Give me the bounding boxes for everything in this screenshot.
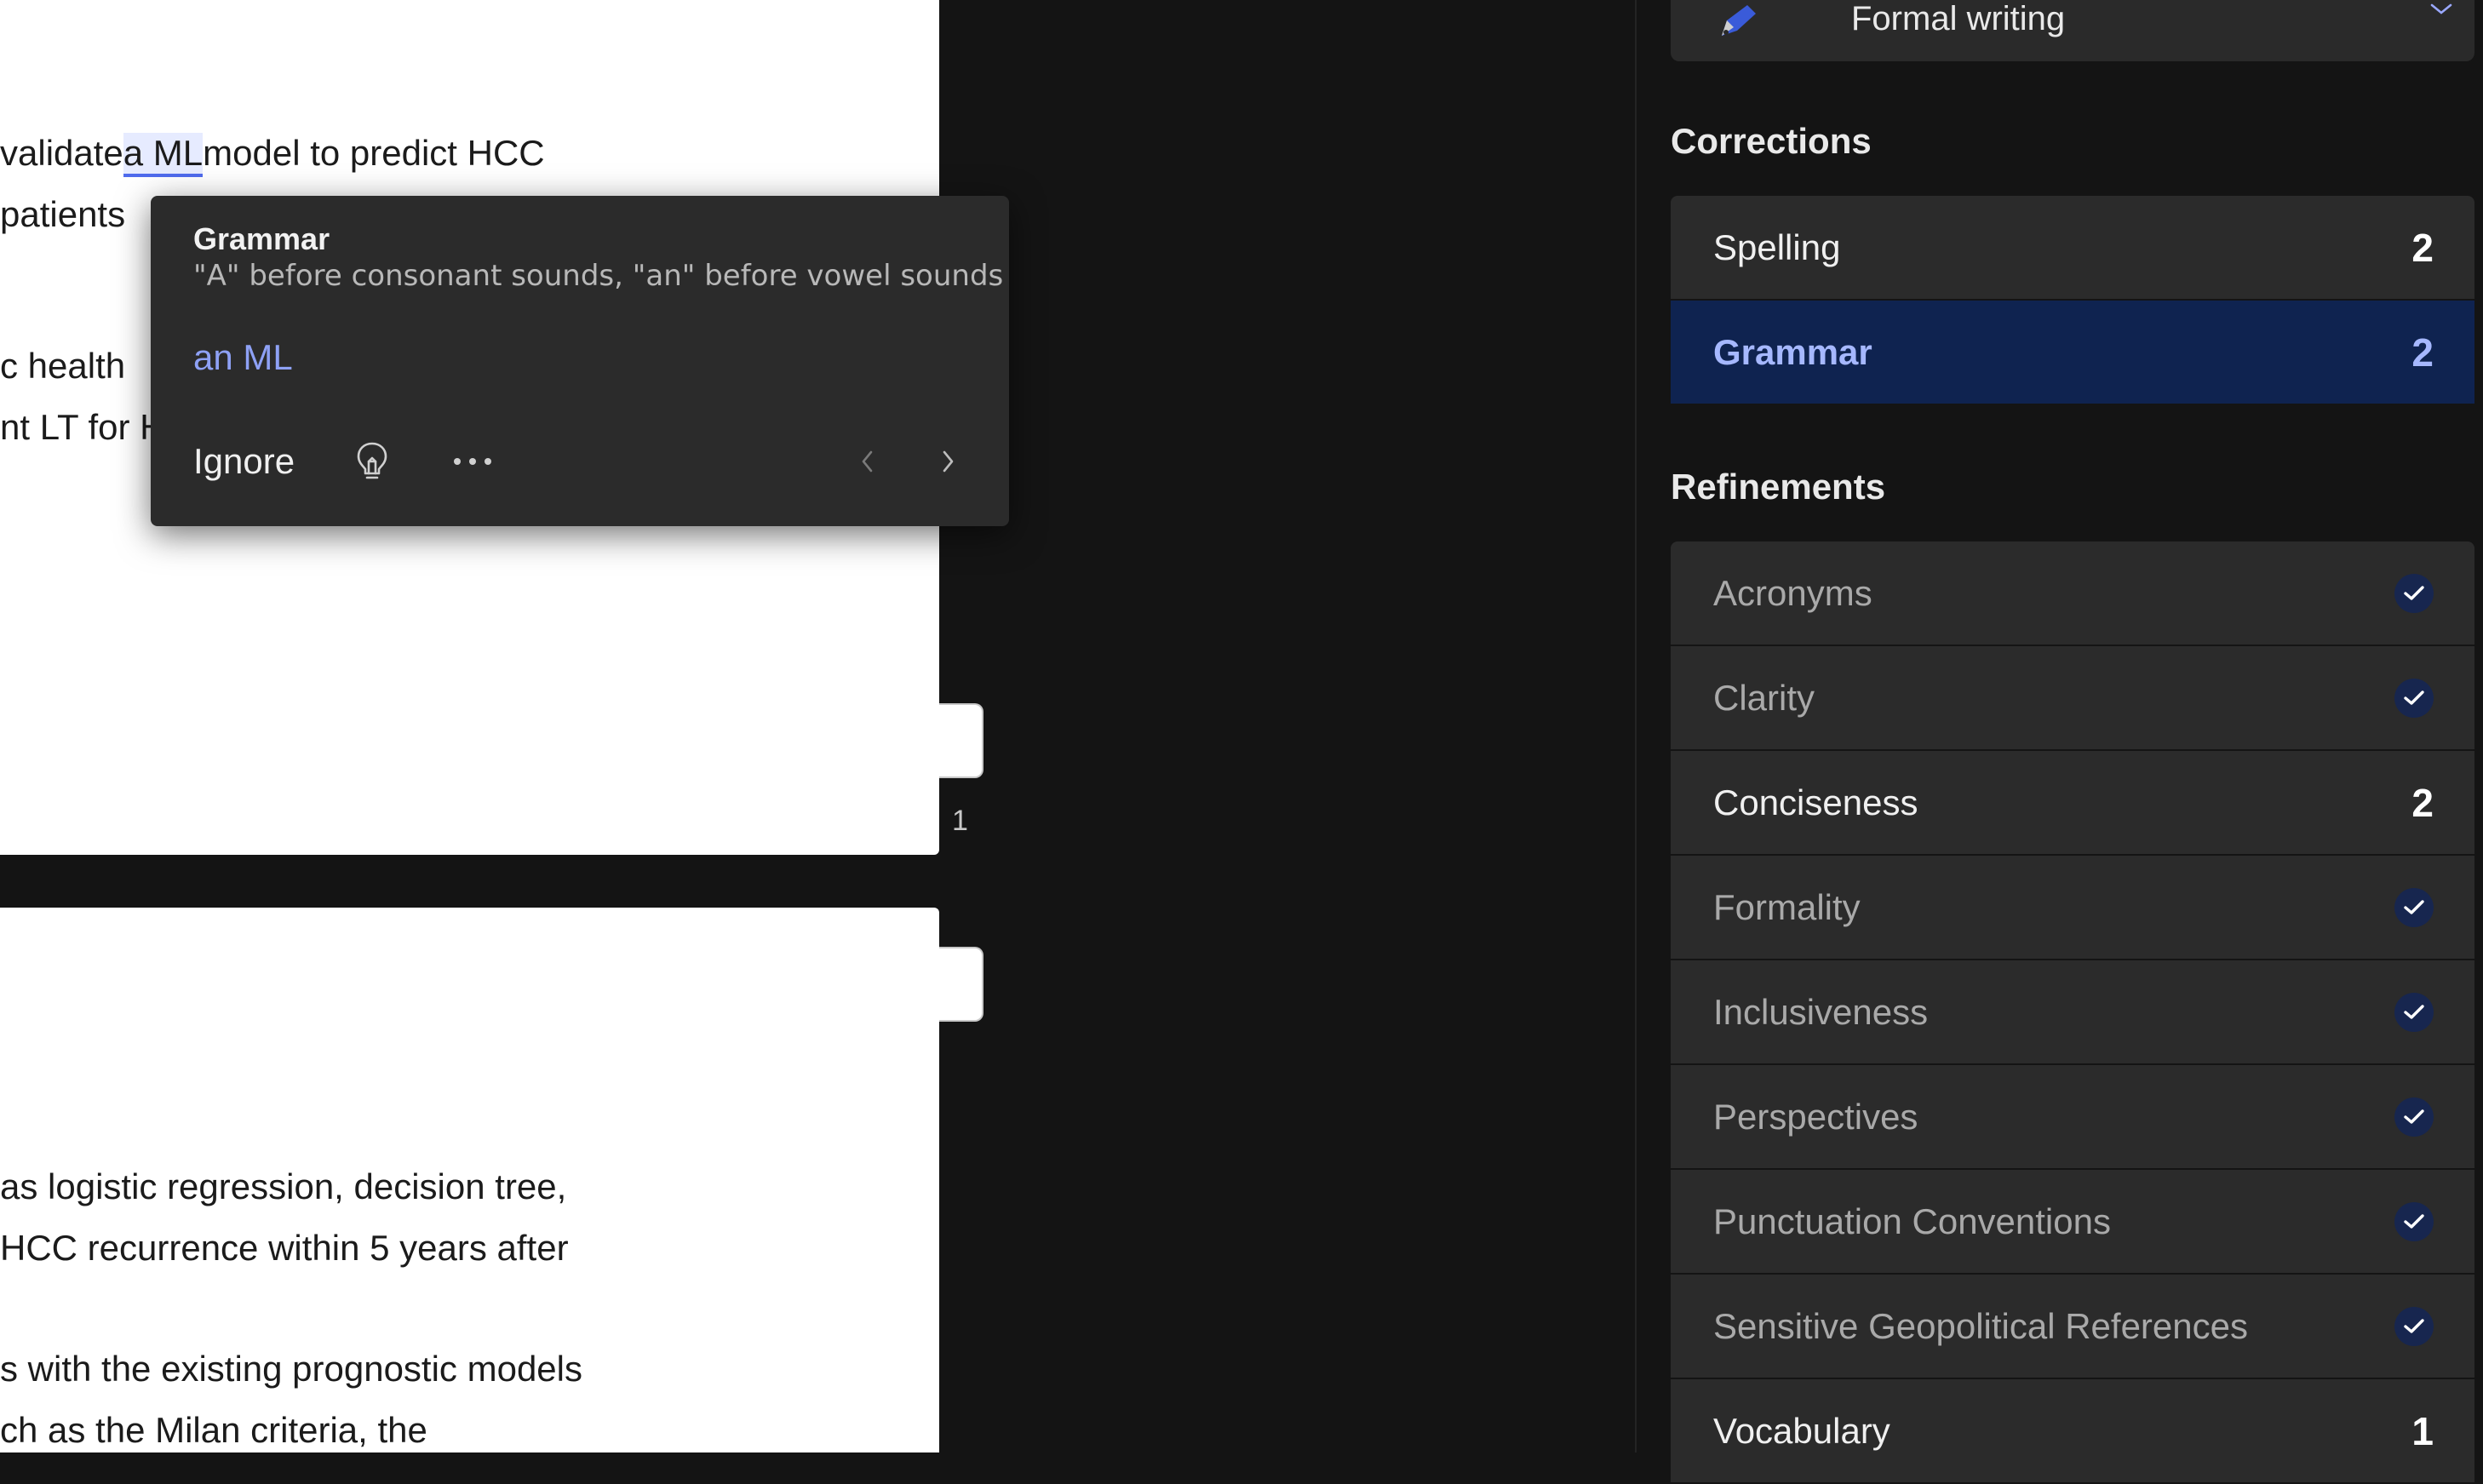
doc-line: patients: [0, 194, 126, 234]
refinement-label: Conciseness: [1713, 782, 1918, 822]
refinement-item-conciseness[interactable]: Conciseness 2: [1671, 751, 2474, 854]
correction-item-spelling[interactable]: Spelling 2: [1671, 196, 2474, 299]
page-number: 1: [952, 805, 968, 837]
comment-marker[interactable]: [939, 947, 983, 1022]
refinement-item-acronyms[interactable]: Acronyms: [1671, 541, 2474, 645]
doc-line: validate a ML model to predict HCC: [0, 133, 545, 177]
refinement-count: 2: [2411, 780, 2434, 825]
refinement-item-vocabulary[interactable]: Vocabulary 1: [1671, 1379, 2474, 1482]
more-options-icon[interactable]: [449, 438, 496, 485]
doc-text: validate: [0, 133, 123, 173]
refinement-item-perspectives[interactable]: Perspectives: [1671, 1065, 2474, 1168]
editor-pane: Formal writing Corrections Spelling 2 Gr…: [1635, 0, 2483, 1482]
doc-line: ch as the Milan criteria, the: [0, 1410, 427, 1450]
refinement-label: Perspectives: [1713, 1096, 1918, 1137]
refinement-label: Inclusiveness: [1713, 991, 1929, 1032]
doc-line: HCC recurrence within 5 years after: [0, 1228, 569, 1268]
checkmark-icon: [2394, 1201, 2434, 1241]
ignore-button[interactable]: Ignore: [193, 441, 295, 482]
refinement-label: Punctuation Conventions: [1713, 1200, 2111, 1241]
doc-line: c health: [0, 346, 126, 386]
checkmark-icon: [2394, 1306, 2434, 1346]
suggestion-category: Grammar: [193, 221, 330, 256]
checkmark-icon: [2394, 887, 2434, 927]
doc-line: nt LT for H: [0, 407, 166, 447]
refinement-item-punctuation-conventions[interactable]: Punctuation Conventions: [1671, 1170, 2474, 1273]
refinement-count: 1: [2411, 1408, 2434, 1453]
chevron-right-icon[interactable]: [924, 438, 972, 485]
checkmark-icon: [2394, 992, 2434, 1032]
suggestion-card: Grammar "A" before consonant sounds, "an…: [151, 196, 1009, 526]
refinement-label: Clarity: [1713, 677, 1815, 718]
refinement-item-formality[interactable]: Formality: [1671, 856, 2474, 959]
correction-count: 2: [2411, 329, 2434, 375]
corrections-list: Spelling 2 Grammar 2: [1671, 196, 2474, 405]
document-page-2[interactable]: as logistic regression, decision tree, H…: [0, 908, 939, 1452]
refinements-list: Acronyms Clarity Conciseness 2 Formality…: [1671, 541, 2474, 1484]
refinement-item-inclusiveness[interactable]: Inclusiveness: [1671, 960, 2474, 1063]
refinement-label: Sensitive Geopolitical References: [1713, 1305, 2248, 1346]
refinements-heading: Refinements: [1671, 467, 1886, 507]
suggestion-explanation: "A" before consonant sounds, "an" before…: [193, 259, 1004, 293]
checkmark-icon: [2394, 1097, 2434, 1137]
doc-line: as logistic regression, decision tree,: [0, 1166, 567, 1206]
chevron-left-icon[interactable]: [844, 438, 892, 485]
refinement-item-clarity[interactable]: Clarity: [1671, 646, 2474, 749]
writing-style-label: Formal writing: [1851, 0, 2066, 37]
comment-marker[interactable]: [939, 703, 983, 778]
pen-icon: [1713, 2, 1764, 46]
correction-label: Spelling: [1713, 226, 1841, 267]
refinement-label: Acronyms: [1713, 572, 1872, 613]
doc-text: model to predict HCC: [203, 133, 545, 173]
checkmark-icon: [2394, 678, 2434, 718]
corrections-heading: Corrections: [1671, 121, 1872, 161]
lightbulb-icon[interactable]: [348, 438, 396, 485]
checkmark-icon: [2394, 573, 2434, 613]
doc-line: s with the existing prognostic models: [0, 1349, 582, 1389]
suggestion-replacement[interactable]: an ML: [190, 335, 296, 380]
refinement-item-sensitive-geopolitical-references[interactable]: Sensitive Geopolitical References: [1671, 1275, 2474, 1378]
writing-style-dropdown[interactable]: Formal writing: [1671, 0, 2474, 61]
correction-item-grammar[interactable]: Grammar 2: [1671, 301, 2474, 404]
refinement-label: Vocabulary: [1713, 1410, 1890, 1451]
refinement-label: Formality: [1713, 886, 1861, 927]
chevron-down-icon: [2429, 0, 2454, 20]
flagged-grammar-text[interactable]: a ML: [123, 133, 204, 177]
correction-label: Grammar: [1713, 331, 1872, 372]
correction-count: 2: [2411, 225, 2434, 270]
